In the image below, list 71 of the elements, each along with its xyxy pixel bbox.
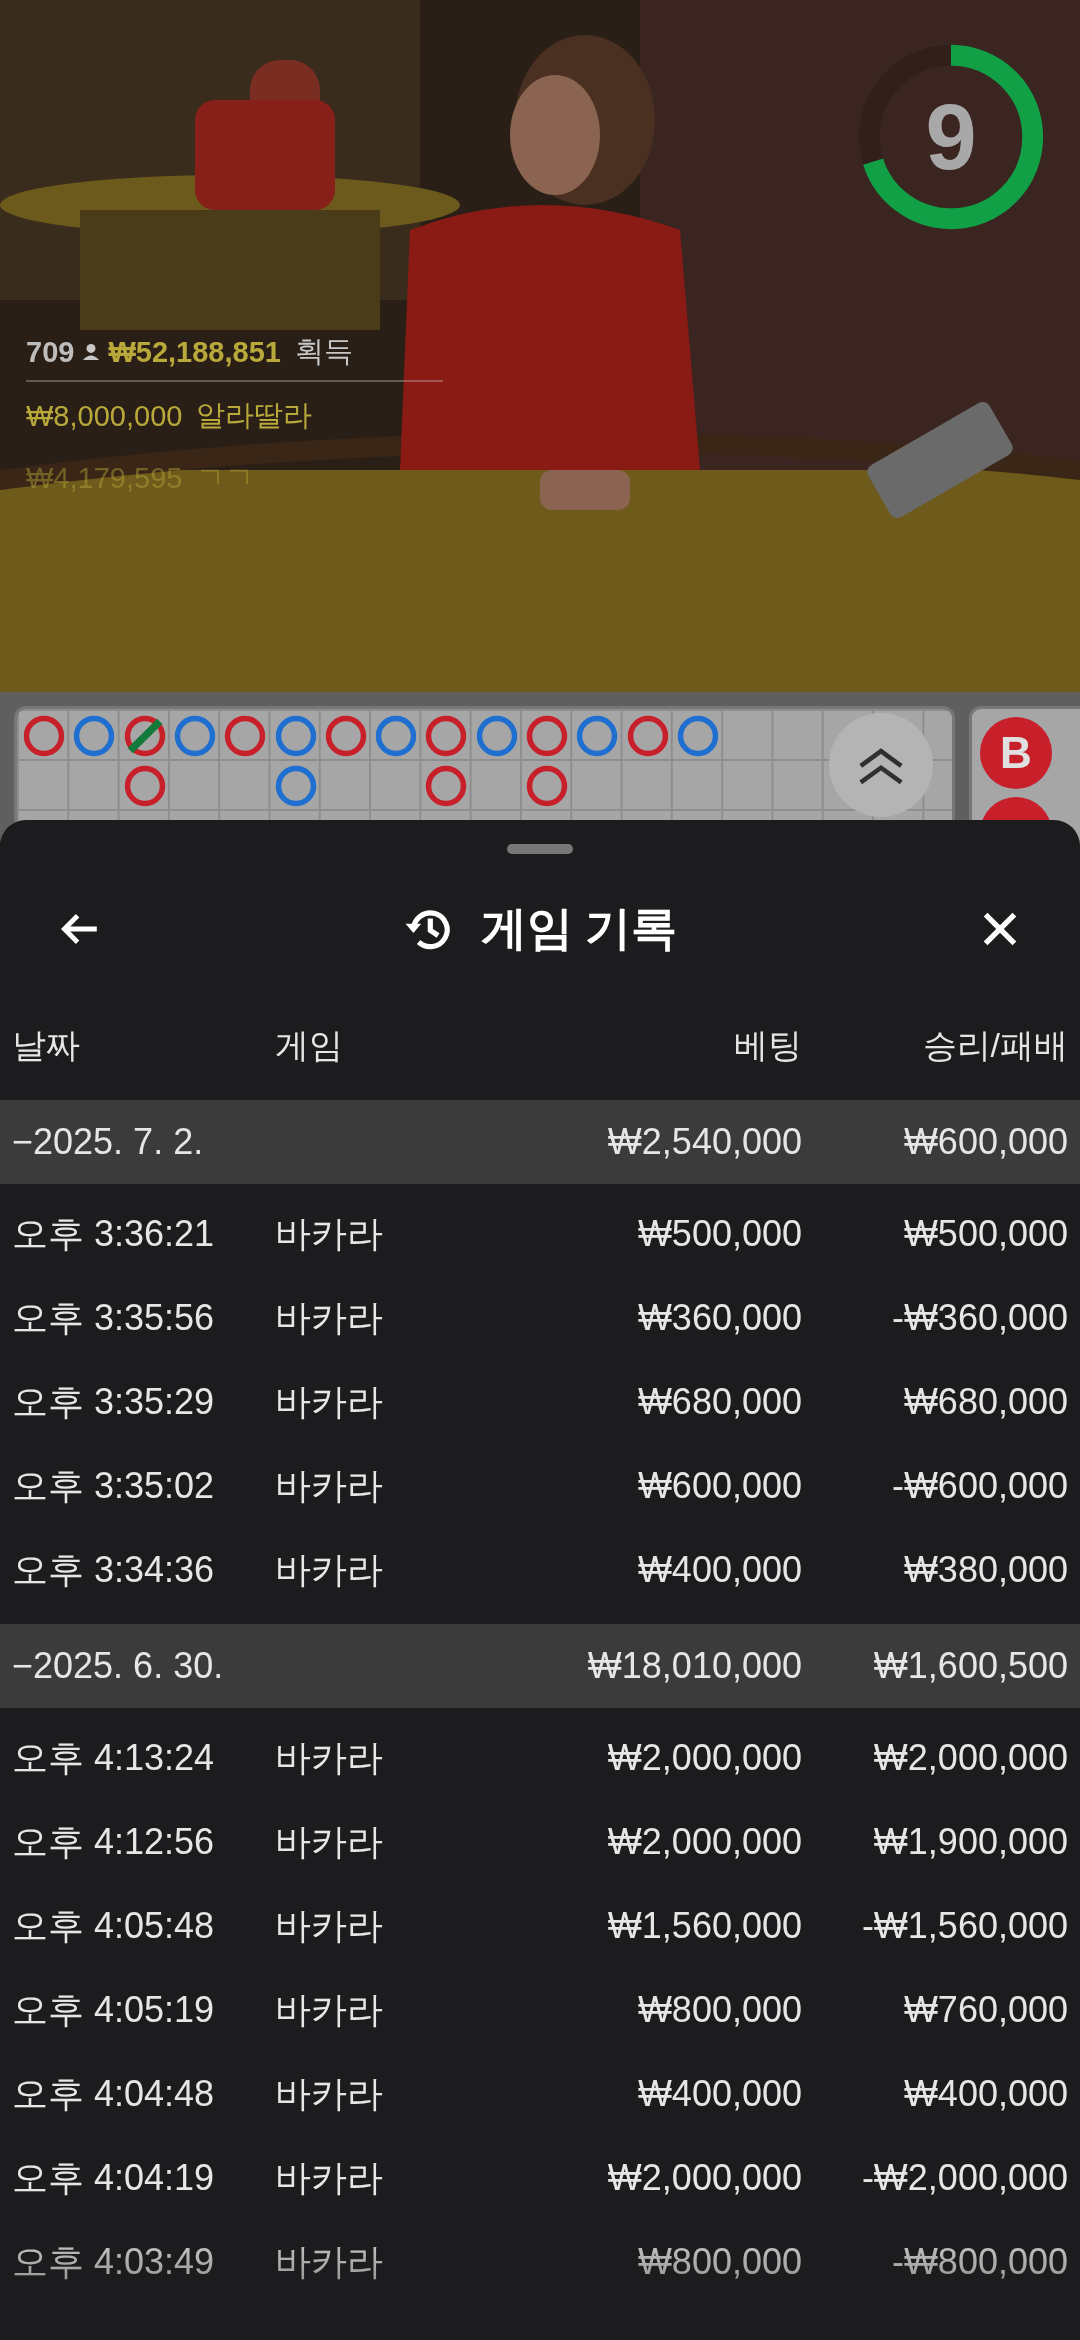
group-bet-total: ₩2,540,000	[606, 1121, 802, 1163]
column-header: 날짜	[12, 1025, 81, 1066]
table-cell-text: -₩360,000	[890, 1297, 1068, 1339]
table-cell-text: 바카라	[275, 1295, 384, 1340]
table-cell-text: 오후 4:04:19	[12, 2155, 216, 2200]
table-cell-text: ₩500,000	[902, 1213, 1068, 1255]
table-cell-text: 바카라	[275, 1211, 384, 1256]
table-cell-text: 오후 4:04:48	[12, 2071, 216, 2116]
group-date: −2025. 6. 30.	[12, 1645, 225, 1687]
table-cell-text: ₩500,000	[636, 1213, 802, 1255]
table-cell-text: ₩400,000	[902, 2073, 1068, 2115]
sheet-title: 게임 기록	[480, 901, 678, 956]
table-cell-text: 오후 4:05:48	[12, 1903, 216, 1948]
bead-marker: B	[980, 717, 1052, 789]
date-group-row[interactable]: −2025. 6. 30. ₩18,010,000 ₩1,600,500	[0, 1624, 1080, 1708]
table-cell-text: ₩680,000	[902, 1381, 1068, 1423]
table-cell-text: 바카라	[275, 1547, 384, 1592]
table-cell-text: 바카라	[275, 1735, 384, 1780]
table-cell-text: ₩380,000	[902, 1549, 1068, 1591]
table-cell-text: ₩600,000	[636, 1465, 802, 1507]
table-cell-text: ₩760,000	[902, 1989, 1068, 2031]
table-cell-text: ₩800,000	[636, 2241, 802, 2283]
column-header: 게임	[275, 1025, 344, 1066]
table-cell-text: -₩800,000	[890, 2241, 1068, 2283]
group-bet-total: ₩18,010,000	[586, 1645, 802, 1687]
table-cell-text: 오후 3:35:29	[12, 1379, 216, 1424]
table-cell-text: ₩800,000	[636, 1989, 802, 2031]
group-result-total: ₩1,600,500	[872, 1645, 1068, 1687]
group-result-total: ₩600,000	[902, 1121, 1068, 1163]
table-cell-text: 바카라	[275, 2071, 384, 2116]
player-count: 709	[26, 335, 75, 369]
table-cell-text: 오후 3:35:02	[12, 1463, 216, 1508]
win-amount: ₩8,000,000	[26, 399, 183, 433]
table-cell-text: 바카라	[275, 1379, 384, 1424]
table-cell-text: -₩600,000	[890, 1465, 1068, 1507]
table-cell-text: ₩360,000	[636, 1297, 802, 1339]
win-amount: ₩4,179,595	[26, 461, 183, 495]
table-cell-text: 바카라	[275, 1819, 384, 1864]
table-cell-text: 오후 3:35:56	[12, 1295, 216, 1340]
table-cell-text: ₩2,000,000	[606, 1821, 802, 1863]
table-cell-text: 바카라	[275, 2239, 384, 2284]
table-cell-text: ₩400,000	[636, 2073, 802, 2115]
table-cell-text: 오후 4:13:24	[12, 1735, 216, 1780]
table-cell-text: ₩400,000	[636, 1549, 802, 1591]
table-cell-text: ₩1,560,000	[606, 1905, 802, 1947]
date-group-row[interactable]: −2025. 7. 2. ₩2,540,000 ₩600,000	[0, 1100, 1080, 1184]
table-cell-text: -₩1,560,000	[860, 1905, 1068, 1947]
table-cell-text: 오후 4:05:19	[12, 1987, 216, 2032]
drag-handle[interactable]	[507, 844, 573, 854]
table-cell-text: 오후 4:12:56	[12, 1819, 216, 1864]
person-icon	[82, 343, 101, 361]
table-cell-text: ₩1,900,000	[872, 1821, 1068, 1863]
table-cell-text: ₩2,000,000	[606, 2157, 802, 2199]
table-cell-text: ₩2,000,000	[872, 1737, 1068, 1779]
table-cell-text: 바카라	[275, 1903, 384, 1948]
table-cell-text: 바카라	[275, 1463, 384, 1508]
player-name: 획득	[294, 334, 353, 369]
column-header: 승리/패배	[921, 1025, 1068, 1066]
table-cell-text: ₩2,000,000	[606, 1737, 802, 1779]
table-cell-text: 바카라	[275, 1987, 384, 2032]
column-header: 베팅	[733, 1025, 802, 1066]
table-cell-text: 바카라	[275, 2155, 384, 2200]
win-amount: ₩52,188,851	[108, 335, 281, 369]
table-cell-text: ₩680,000	[636, 1381, 802, 1423]
table-cell-text: 오후 4:03:49	[12, 2239, 216, 2284]
countdown-number: 9	[924, 87, 978, 187]
table-cell-text: 오후 3:36:21	[12, 1211, 216, 1256]
table-cell-text: -₩2,000,000	[860, 2157, 1068, 2199]
group-date: −2025. 7. 2.	[12, 1121, 205, 1163]
table-cell-text: 오후 3:34:36	[12, 1547, 216, 1592]
player-name: 알라딸라	[196, 398, 313, 433]
